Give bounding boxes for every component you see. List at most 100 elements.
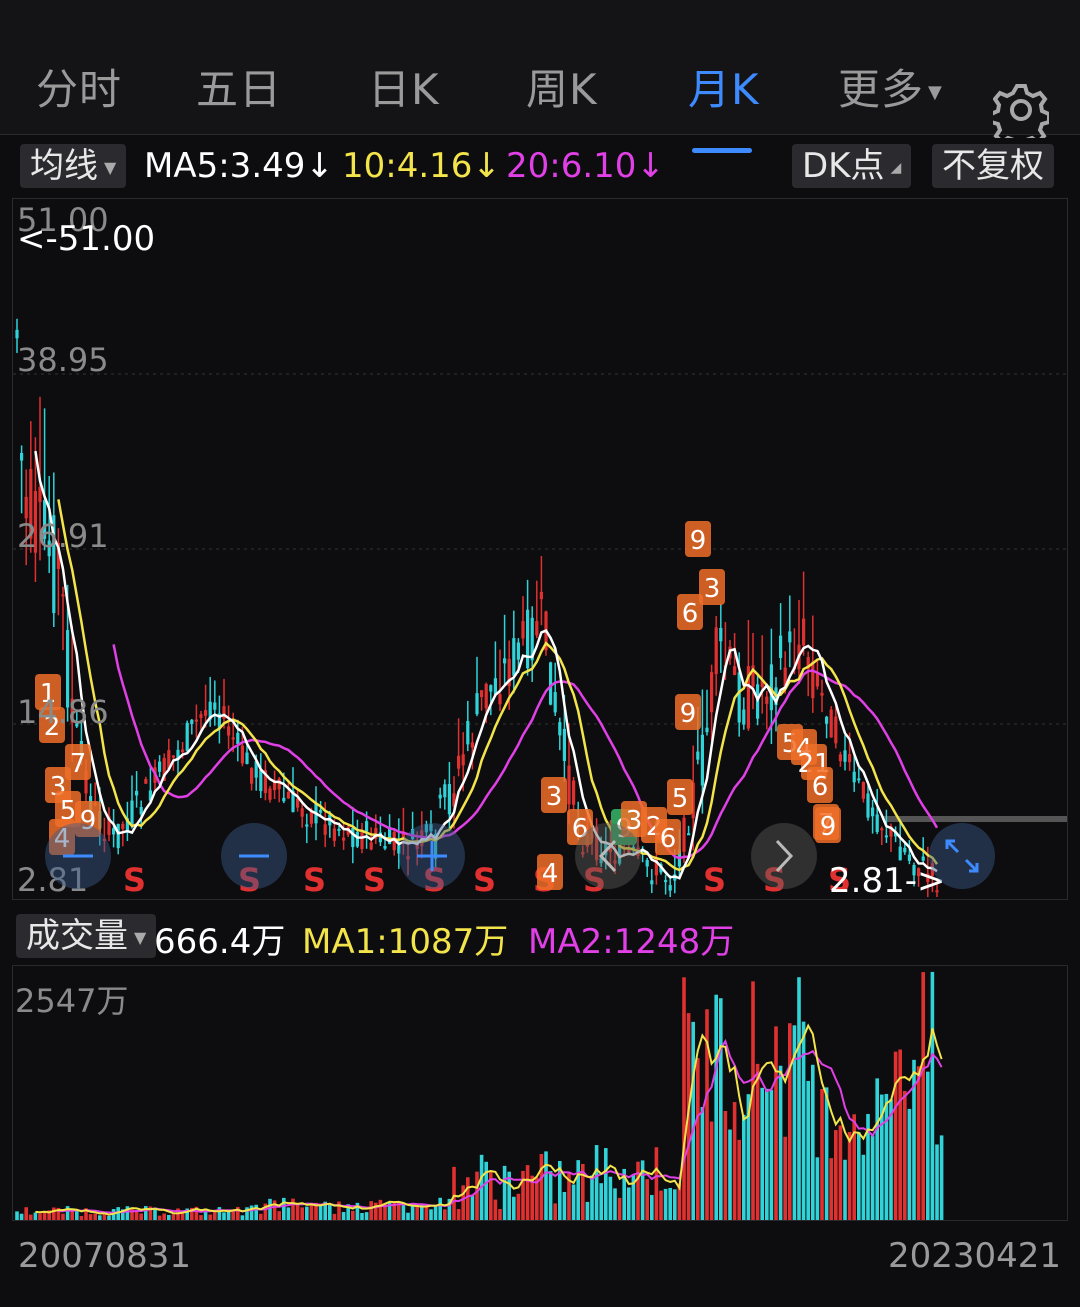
volume-bar <box>650 1195 654 1220</box>
zoom-in-icon[interactable] <box>397 821 467 891</box>
candle-body <box>802 618 806 646</box>
volume-bar <box>755 1063 760 1220</box>
dropdown-caret-icon: ▼ <box>928 82 943 103</box>
status-bar-area <box>0 0 1080 30</box>
td-count-marker: 6 <box>655 819 681 855</box>
candle-body <box>181 749 185 753</box>
candle-body <box>461 754 465 766</box>
candle-body <box>733 666 737 676</box>
candle-body <box>866 793 870 818</box>
volume-bar <box>930 971 935 1220</box>
volume-bar <box>452 1166 456 1220</box>
candle-body <box>664 880 668 883</box>
candle-body <box>245 752 249 764</box>
kline-canvas[interactable]: SSSSSSSSSSS12735944369326593695421679 <box>13 199 1067 899</box>
volume-bar <box>259 1213 263 1220</box>
candle-body <box>204 710 208 716</box>
tab-fenshi[interactable]: 分时 <box>36 56 122 117</box>
dk-point-label: DK点 <box>802 146 885 186</box>
candle-body <box>562 728 566 761</box>
right-icon[interactable] <box>749 821 819 891</box>
candle-body <box>438 794 442 799</box>
td-count-marker: 9 <box>675 694 701 730</box>
volume-bar <box>834 1130 838 1220</box>
zoom-out-icon[interactable] <box>219 821 289 891</box>
candle-body <box>719 627 723 642</box>
volume-axis-max: 2547万 <box>15 982 129 1020</box>
candle-body <box>558 722 562 736</box>
volume-canvas[interactable] <box>13 966 1067 1220</box>
candle-body <box>351 827 355 848</box>
volume-bar <box>139 1213 143 1220</box>
volume-chart[interactable]: 2547万 <box>12 965 1068 1221</box>
candle-body <box>645 860 649 867</box>
volume-bar <box>162 1213 166 1220</box>
volume-bar <box>829 1158 833 1220</box>
candle-body <box>475 693 479 715</box>
volume-bar <box>498 1209 502 1220</box>
candle-body <box>319 809 323 813</box>
period-tabs: 分时 五日 日K 周K 月K 更多 ▼ <box>0 30 1080 153</box>
zoom-out-icon[interactable] <box>43 821 113 891</box>
volume-bar <box>19 1213 24 1220</box>
volume-bar <box>378 1199 383 1220</box>
volume-bar <box>604 1148 608 1220</box>
candle-body <box>535 621 539 636</box>
td-count-marker: 3 <box>541 777 567 813</box>
td-count-label: 6 <box>660 824 677 854</box>
candle-body <box>714 627 718 675</box>
sell-signal: S <box>703 861 726 899</box>
volume-bar <box>516 1193 521 1220</box>
gear-icon[interactable] <box>993 82 1049 138</box>
candle-body <box>231 737 235 740</box>
volume-bar <box>79 1215 84 1220</box>
dropdown-caret-icon: ▼ <box>104 157 117 177</box>
candle-body <box>259 769 263 792</box>
volume-bar <box>157 1215 162 1220</box>
kline-chart[interactable]: SSSSSSSSSSS12735944369326593695421679 51… <box>12 198 1068 901</box>
volume-bar <box>778 1065 783 1220</box>
volume-bar <box>668 1187 672 1220</box>
indicator-selector[interactable]: 均线 ▼ <box>20 144 127 188</box>
volume-bar <box>636 1161 640 1220</box>
volume-bar <box>728 1129 732 1220</box>
volume-bar <box>820 1088 824 1220</box>
expand-icon[interactable] <box>927 821 997 891</box>
tab-five-day[interactable]: 五日 <box>196 56 282 117</box>
tab-monthly-k[interactable]: 月K <box>688 56 760 117</box>
td-count-label: 4 <box>542 859 559 889</box>
volume-bar <box>512 1196 516 1220</box>
adjust-button[interactable]: 不复权 <box>932 144 1054 188</box>
price-axis-label: 26.91 <box>17 517 109 555</box>
volume-bar <box>553 1203 557 1220</box>
sell-signal: S <box>363 861 386 899</box>
td-count-marker: 4 <box>537 854 563 890</box>
candle-body <box>24 496 28 519</box>
volume-selector[interactable]: 成交量 ▼ <box>16 914 157 958</box>
candle-body <box>130 800 134 824</box>
volume-bar <box>838 1125 843 1220</box>
volume-bar <box>364 1212 369 1220</box>
candle-body <box>268 788 272 800</box>
candle-body <box>779 635 783 658</box>
volume-bar <box>33 1212 38 1220</box>
down-arrow-icon: ↓ <box>305 146 334 186</box>
volume-bar <box>52 1207 56 1220</box>
tab-weekly-k[interactable]: 周K <box>526 56 598 117</box>
candle-body <box>300 808 304 817</box>
volume-ma1: MA1:1087万 <box>302 922 509 962</box>
volume-bar <box>456 1209 461 1220</box>
volume-bar <box>240 1215 245 1220</box>
candle-body <box>360 829 364 849</box>
volume-bar <box>673 1189 677 1220</box>
tab-more[interactable]: 更多 ▼ <box>838 56 943 117</box>
tab-daily-k[interactable]: 日K <box>368 56 440 117</box>
volume-bar <box>788 1023 792 1220</box>
volume-bar <box>765 1088 769 1220</box>
candle-body <box>650 880 654 885</box>
volume-bar <box>332 1213 337 1220</box>
left-icon[interactable] <box>573 821 643 891</box>
candle-body <box>834 716 838 744</box>
dk-point-button[interactable]: DK点 ◢ <box>792 144 912 188</box>
candle-body <box>273 781 277 791</box>
